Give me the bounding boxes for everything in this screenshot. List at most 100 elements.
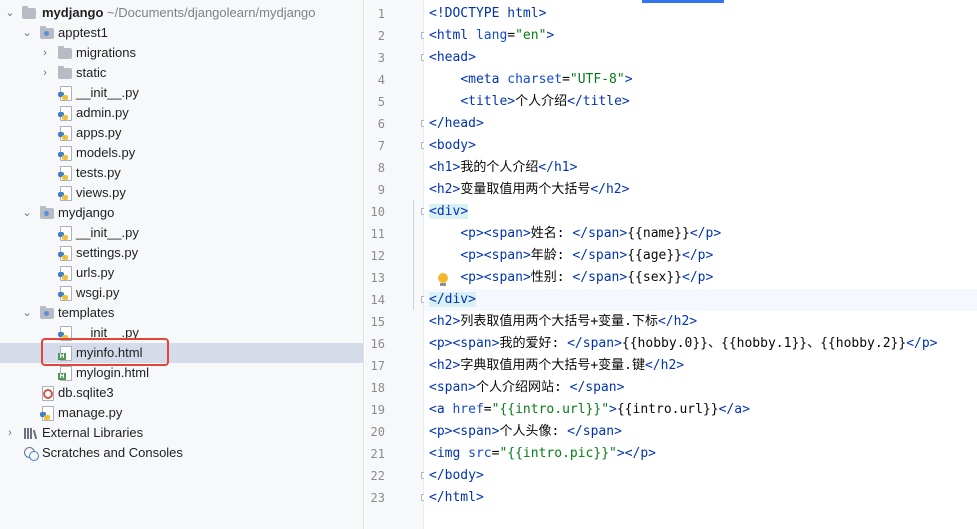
lightbulb-icon[interactable] xyxy=(437,273,449,287)
tree-item[interactable]: settings.py xyxy=(0,243,363,263)
tree-item-label: wsgi.py xyxy=(76,285,120,300)
code-line[interactable]: <title>个人介绍</title> xyxy=(429,91,629,113)
tree-item[interactable]: wsgi.py xyxy=(0,283,363,303)
tree-item[interactable]: › migrations xyxy=(0,43,363,63)
line-number: 12 xyxy=(370,249,385,263)
python-file-icon xyxy=(40,406,54,421)
folder-icon xyxy=(22,6,36,19)
code-line[interactable]: <p><span>性别: </span>{{sex}}</p> xyxy=(429,267,713,289)
code-line[interactable]: <html lang="en"> xyxy=(429,25,554,47)
tree-item[interactable]: views.py xyxy=(0,183,363,203)
tree-item[interactable]: urls.py xyxy=(0,263,363,283)
line-number: 2 xyxy=(377,29,385,43)
tree-external-libraries[interactable]: › External Libraries xyxy=(0,423,363,443)
chevron-down-icon[interactable]: ⌄ xyxy=(5,3,15,23)
tree-scratches[interactable]: Scratches and Consoles xyxy=(0,443,363,463)
code-line[interactable]: <!DOCTYPE html> xyxy=(429,3,546,25)
code-line[interactable]: <p><span>我的爱好: </span>{{hobby.0}}、{{hobb… xyxy=(429,333,938,355)
chevron-right-icon[interactable]: › xyxy=(5,423,15,443)
code-line[interactable]: </body> xyxy=(429,465,484,487)
tree-item[interactable]: __init__.py xyxy=(0,83,363,103)
tree-item-label: manage.py xyxy=(58,405,123,420)
tree-item[interactable]: ⌄ apptest1 xyxy=(0,23,363,43)
annotation-highlight-box xyxy=(41,338,169,366)
tree-item-label: settings.py xyxy=(76,245,139,260)
line-number: 9 xyxy=(377,183,385,197)
tree-item[interactable]: › static xyxy=(0,63,363,83)
tree-item-label: mydjango xyxy=(58,205,115,220)
active-tab-indicator xyxy=(642,0,724,3)
code-line[interactable]: <img src="{{intro.pic}}"></p> xyxy=(429,443,656,465)
code-editor[interactable]: <!DOCTYPE html> <html lang="en"> <head> <m… xyxy=(424,0,977,529)
folder-icon xyxy=(40,26,54,39)
tree-item[interactable]: manage.py xyxy=(0,403,363,423)
tree-item[interactable]: ⌄ mydjango xyxy=(0,203,363,223)
python-file-icon xyxy=(58,146,72,161)
line-number: 8 xyxy=(377,161,385,175)
python-file-icon xyxy=(58,286,72,301)
code-line[interactable]: <div> xyxy=(429,201,469,223)
tree-item-label: views.py xyxy=(76,185,126,200)
chevron-right-icon[interactable]: › xyxy=(40,43,50,63)
code-line[interactable]: <h2>变量取值用两个大括号</h2> xyxy=(429,179,629,201)
code-line[interactable]: <p><span>年龄: </span>{{age}}</p> xyxy=(429,245,713,267)
line-number: 3 xyxy=(377,51,385,65)
tree-item[interactable]: admin.py xyxy=(0,103,363,123)
tree-item[interactable]: __init__.py xyxy=(0,223,363,243)
python-file-icon xyxy=(58,86,72,101)
tree-item[interactable]: models.py xyxy=(0,143,363,163)
tree-item-label: apps.py xyxy=(76,125,122,140)
tree-item[interactable]: tests.py xyxy=(0,163,363,183)
block-indent-guide xyxy=(413,200,414,310)
line-number: 22 xyxy=(370,469,385,483)
folder-icon xyxy=(58,46,72,59)
tree-item-label: db.sqlite3 xyxy=(58,385,114,400)
line-number: 6 xyxy=(377,117,385,131)
python-file-icon xyxy=(58,246,72,261)
tree-item[interactable]: db.sqlite3 xyxy=(0,383,363,403)
line-number: 20 xyxy=(370,425,385,439)
code-line[interactable]: <body> xyxy=(429,135,476,157)
code-line[interactable]: </div> xyxy=(424,289,977,311)
line-number: 13 xyxy=(370,271,385,285)
libraries-icon xyxy=(24,428,38,440)
scratches-label: Scratches and Consoles xyxy=(42,445,183,460)
code-line[interactable]: </head> xyxy=(429,113,484,135)
chevron-right-icon[interactable]: › xyxy=(40,63,50,83)
folder-icon xyxy=(40,206,54,219)
line-number: 23 xyxy=(370,491,385,505)
python-file-icon xyxy=(58,266,72,281)
chevron-down-icon[interactable]: ⌄ xyxy=(22,23,32,43)
chevron-down-icon[interactable]: ⌄ xyxy=(22,203,32,223)
folder-icon xyxy=(40,306,54,319)
tree-item-label: __init__.py xyxy=(76,85,139,100)
line-number: 1 xyxy=(377,7,385,21)
tree-item[interactable]: Hmylogin.html xyxy=(0,363,363,383)
line-number: 4 xyxy=(377,73,385,87)
code-line[interactable]: <p><span>姓名: </span>{{name}}</p> xyxy=(429,223,721,245)
code-line[interactable]: </html> xyxy=(429,487,484,509)
tree-item[interactable]: ⌄ templates xyxy=(0,303,363,323)
tree-item[interactable]: apps.py xyxy=(0,123,363,143)
code-line[interactable]: <span>个人介绍网站: </span> xyxy=(429,377,624,399)
tree-item-label: templates xyxy=(58,305,115,320)
code-line[interactable]: <meta charset="UTF-8"> xyxy=(429,69,632,91)
tree-item-label: tests.py xyxy=(76,165,121,180)
code-line[interactable]: <h2>字典取值用两个大括号+变量.键</h2> xyxy=(429,355,684,377)
external-libraries-label: External Libraries xyxy=(42,425,144,440)
tree-root-row[interactable]: ⌄ mydjango ~/Documents/djangolearn/mydja… xyxy=(0,3,363,23)
line-number: 10 xyxy=(370,205,385,219)
code-line[interactable]: <h1>我的个人介绍</h1> xyxy=(429,157,577,179)
code-line[interactable]: <a href="{{intro.url}}">{{intro.url}}</a… xyxy=(429,399,750,421)
python-file-icon xyxy=(58,226,72,241)
line-number: 5 xyxy=(377,95,385,109)
code-line[interactable]: <h2>列表取值用两个大括号+变量.下标</h2> xyxy=(429,311,697,333)
code-line[interactable]: <head> xyxy=(429,47,476,69)
python-file-icon xyxy=(58,126,72,141)
code-line[interactable]: <p><span>个人头像: </span> xyxy=(429,421,622,443)
python-file-icon xyxy=(58,186,72,201)
tree-item-label: apptest1 xyxy=(58,25,108,40)
chevron-down-icon[interactable]: ⌄ xyxy=(22,303,32,323)
tree-item-label: mylogin.html xyxy=(76,365,149,380)
tree-item-label: models.py xyxy=(76,145,136,160)
